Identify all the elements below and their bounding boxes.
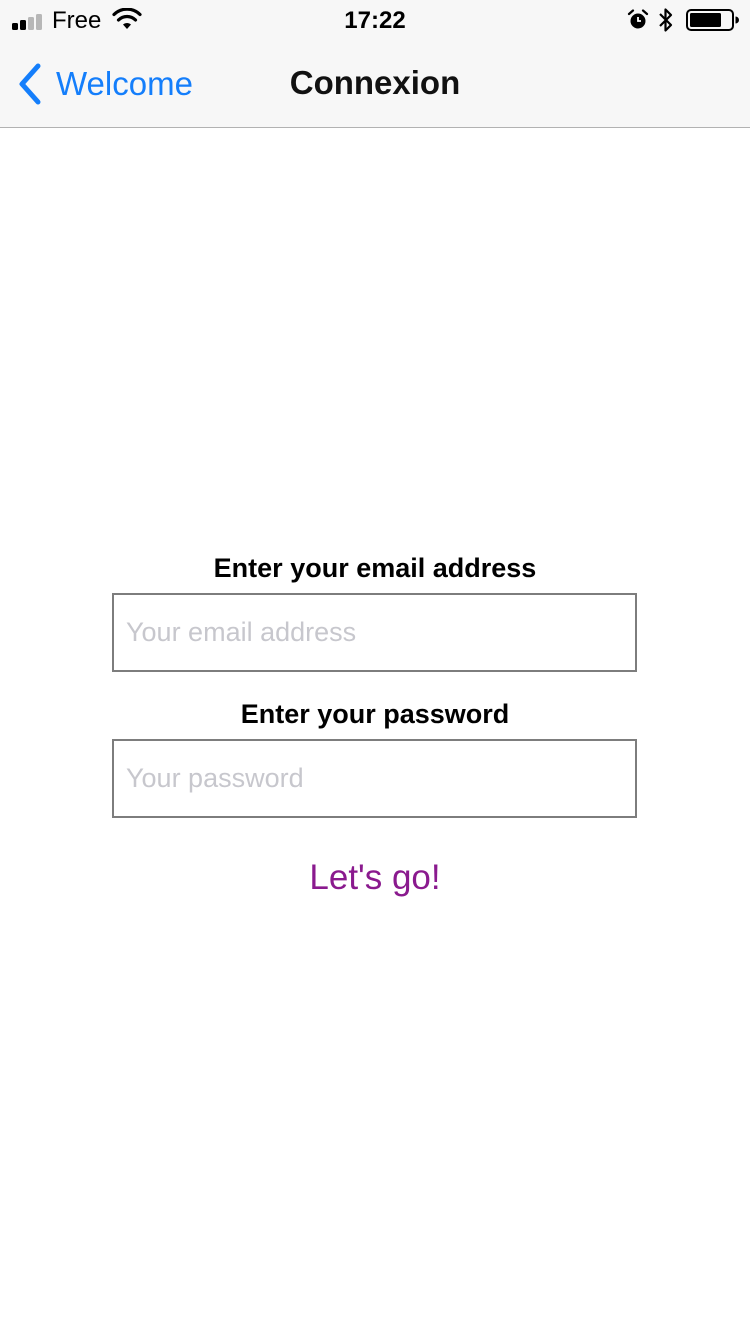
- email-label: Enter your email address: [213, 553, 537, 583]
- password-label: Enter your password: [240, 699, 510, 729]
- navigation-bar: Welcome Connexion: [0, 40, 750, 128]
- top-chrome: Free 17:22 Welcome Connexion: [0, 0, 750, 128]
- email-field[interactable]: [112, 593, 637, 672]
- login-screen: Free 17:22 Welcome Connexion Enter your …: [0, 0, 750, 1334]
- login-form: Enter your email address Enter your pass…: [0, 548, 750, 898]
- bluetooth-icon: [659, 8, 673, 32]
- status-bar: Free 17:22: [0, 0, 750, 40]
- alarm-icon: [627, 9, 649, 29]
- page-title: Connexion: [289, 64, 461, 101]
- submit-button[interactable]: Let's go!: [0, 858, 750, 898]
- password-field[interactable]: [112, 739, 637, 818]
- battery-icon: [686, 9, 739, 31]
